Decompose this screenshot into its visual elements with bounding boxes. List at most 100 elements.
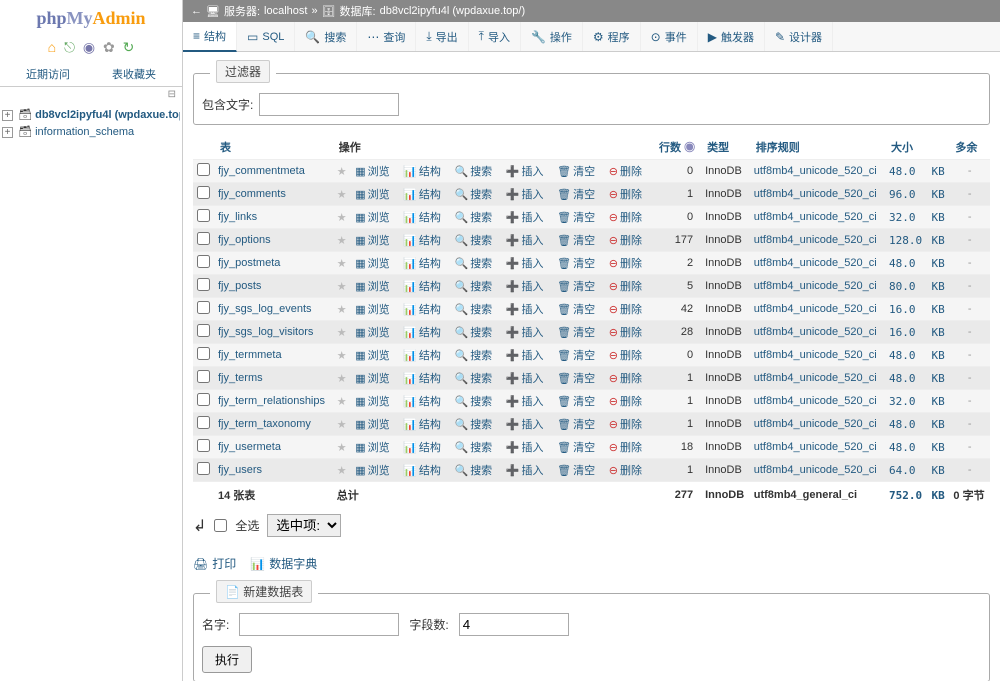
- tab-9[interactable]: ▶触发器: [698, 22, 765, 51]
- col-size[interactable]: 大小: [885, 135, 927, 160]
- structure-link[interactable]: 📊结构: [403, 301, 441, 317]
- star-icon[interactable]: ★: [337, 281, 347, 293]
- browse-link[interactable]: ▦浏览: [355, 416, 389, 432]
- tab-0[interactable]: ≡结构: [183, 22, 237, 52]
- structure-link[interactable]: 📊结构: [403, 278, 441, 294]
- server-link[interactable]: localhost: [264, 5, 307, 17]
- filter-input[interactable]: [259, 93, 399, 116]
- structure-link[interactable]: 📊结构: [403, 416, 441, 432]
- row-checkbox[interactable]: [197, 324, 210, 337]
- tree-item[interactable]: + 🗃 information_schema: [2, 123, 180, 140]
- row-checkbox[interactable]: [197, 232, 210, 245]
- drop-link[interactable]: ⊖删除: [609, 370, 642, 386]
- print-link[interactable]: 🖨打印: [193, 555, 236, 572]
- table-name-link[interactable]: fjy_links: [218, 211, 257, 223]
- insert-link[interactable]: ➕插入: [506, 255, 544, 271]
- empty-link[interactable]: 🗑清空: [557, 232, 595, 248]
- drop-link[interactable]: ⊖删除: [609, 393, 642, 409]
- empty-link[interactable]: 🗑清空: [557, 462, 595, 478]
- structure-link[interactable]: 📊结构: [403, 347, 441, 363]
- drop-link[interactable]: ⊖删除: [609, 347, 642, 363]
- tab-7[interactable]: ⚙程序: [583, 22, 641, 51]
- tab-8[interactable]: ⊙事件: [641, 22, 698, 51]
- table-name-link[interactable]: fjy_termmeta: [218, 349, 282, 361]
- with-selected-dropdown[interactable]: 选中项:: [267, 514, 341, 537]
- drop-link[interactable]: ⊖删除: [609, 439, 642, 455]
- plus-icon[interactable]: +: [2, 110, 13, 121]
- empty-link[interactable]: 🗑清空: [557, 186, 595, 202]
- browse-link[interactable]: ▦浏览: [355, 347, 389, 363]
- insert-link[interactable]: ➕插入: [506, 301, 544, 317]
- search-link[interactable]: 🔍搜索: [454, 416, 492, 432]
- home-icon[interactable]: ⌂: [48, 39, 56, 55]
- insert-link[interactable]: ➕插入: [506, 186, 544, 202]
- structure-link[interactable]: 📊结构: [403, 439, 441, 455]
- empty-link[interactable]: 🗑清空: [557, 347, 595, 363]
- empty-link[interactable]: 🗑清空: [557, 416, 595, 432]
- structure-link[interactable]: 📊结构: [403, 393, 441, 409]
- insert-link[interactable]: ➕插入: [506, 209, 544, 225]
- browse-link[interactable]: ▦浏览: [355, 439, 389, 455]
- tab-4[interactable]: ⤓导出: [416, 22, 468, 51]
- browse-link[interactable]: ▦浏览: [355, 301, 389, 317]
- browse-link[interactable]: ▦浏览: [355, 324, 389, 340]
- structure-link[interactable]: 📊结构: [403, 324, 441, 340]
- drop-link[interactable]: ⊖删除: [609, 278, 642, 294]
- logo[interactable]: phpMyAdmin: [0, 0, 182, 37]
- star-icon[interactable]: ★: [337, 235, 347, 247]
- empty-link[interactable]: 🗑清空: [557, 370, 595, 386]
- table-name-link[interactable]: fjy_comments: [218, 188, 286, 200]
- browse-link[interactable]: ▦浏览: [355, 255, 389, 271]
- checkall-label[interactable]: 全选: [235, 517, 259, 534]
- search-link[interactable]: 🔍搜索: [454, 439, 492, 455]
- arrow-left-icon[interactable]: ←: [191, 5, 202, 17]
- star-icon[interactable]: ★: [337, 327, 347, 339]
- structure-link[interactable]: 📊结构: [403, 462, 441, 478]
- col-table[interactable]: 表: [214, 135, 333, 160]
- star-icon[interactable]: ★: [337, 396, 347, 408]
- empty-link[interactable]: 🗑清空: [557, 439, 595, 455]
- insert-link[interactable]: ➕插入: [506, 278, 544, 294]
- structure-link[interactable]: 📊结构: [403, 209, 441, 225]
- insert-link[interactable]: ➕插入: [506, 393, 544, 409]
- search-link[interactable]: 🔍搜索: [454, 209, 492, 225]
- docs-icon[interactable]: ◉: [83, 39, 95, 55]
- tab-10[interactable]: ✎设计器: [765, 22, 833, 51]
- search-link[interactable]: 🔍搜索: [454, 255, 492, 271]
- db-link[interactable]: db8vcl2ipyfu4l (wpdaxue.top/): [380, 5, 526, 17]
- table-name-input[interactable]: [239, 613, 399, 636]
- submit-button[interactable]: 执行: [202, 646, 252, 673]
- tab-recent[interactable]: 近期访问: [5, 62, 91, 86]
- checkall-checkbox[interactable]: [214, 519, 227, 532]
- drop-link[interactable]: ⊖删除: [609, 416, 642, 432]
- row-checkbox[interactable]: [197, 370, 210, 383]
- insert-link[interactable]: ➕插入: [506, 462, 544, 478]
- table-name-link[interactable]: fjy_users: [218, 464, 262, 476]
- browse-link[interactable]: ▦浏览: [355, 163, 389, 179]
- star-icon[interactable]: ★: [337, 465, 347, 477]
- browse-link[interactable]: ▦浏览: [355, 232, 389, 248]
- star-icon[interactable]: ★: [337, 212, 347, 224]
- search-link[interactable]: 🔍搜索: [454, 347, 492, 363]
- empty-link[interactable]: 🗑清空: [557, 324, 595, 340]
- table-name-link[interactable]: fjy_commentmeta: [218, 165, 305, 177]
- help-icon[interactable]: ◉: [684, 142, 695, 154]
- col-type[interactable]: 类型: [701, 135, 750, 160]
- star-icon[interactable]: ★: [337, 304, 347, 316]
- table-name-link[interactable]: fjy_sgs_log_visitors: [218, 326, 313, 338]
- search-link[interactable]: 🔍搜索: [454, 232, 492, 248]
- search-link[interactable]: 🔍搜索: [454, 163, 492, 179]
- insert-link[interactable]: ➕插入: [506, 347, 544, 363]
- collapse-icon[interactable]: ⊟: [0, 87, 182, 102]
- row-checkbox[interactable]: [197, 255, 210, 268]
- structure-link[interactable]: 📊结构: [403, 370, 441, 386]
- insert-link[interactable]: ➕插入: [506, 370, 544, 386]
- star-icon[interactable]: ★: [337, 442, 347, 454]
- insert-link[interactable]: ➕插入: [506, 232, 544, 248]
- browse-link[interactable]: ▦浏览: [355, 209, 389, 225]
- row-checkbox[interactable]: [197, 278, 210, 291]
- empty-link[interactable]: 🗑清空: [557, 163, 595, 179]
- tab-3[interactable]: ⋯查询: [357, 22, 416, 51]
- tree-item[interactable]: + 🗃 db8vcl2ipyfu4l (wpdaxue.top/): [2, 106, 180, 123]
- browse-link[interactable]: ▦浏览: [355, 186, 389, 202]
